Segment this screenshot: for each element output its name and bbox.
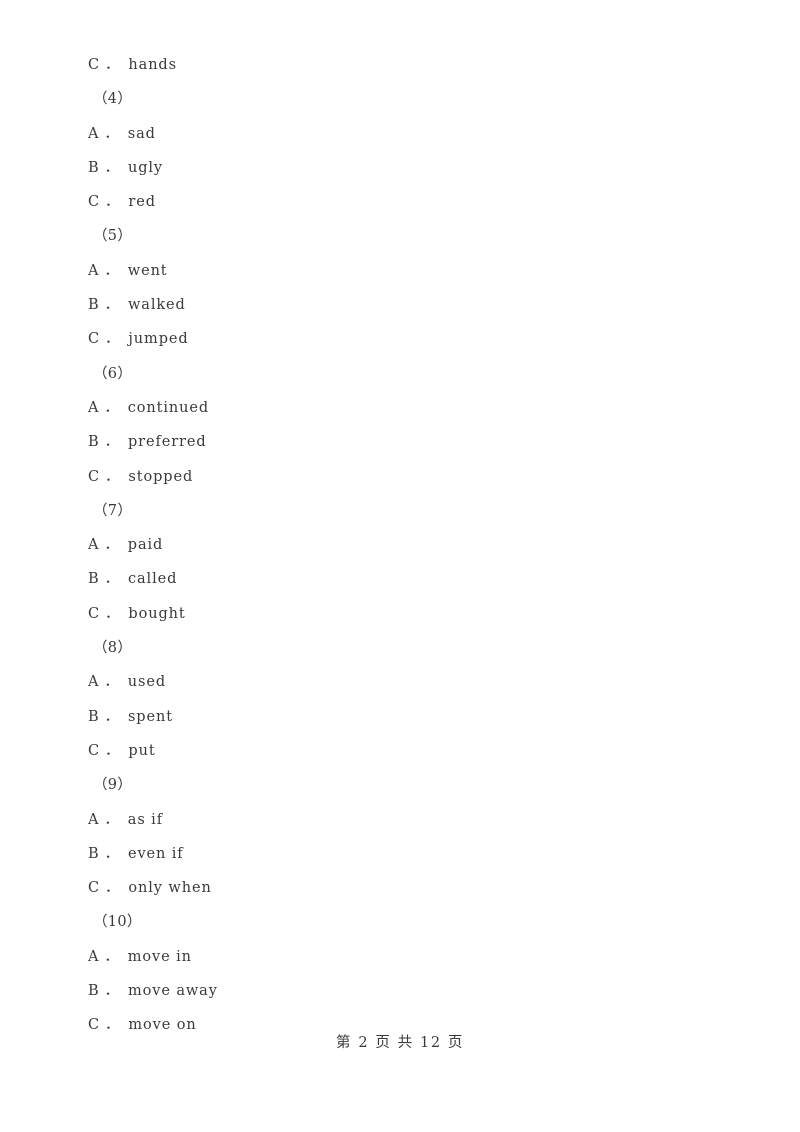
question-number: （8） — [93, 640, 133, 657]
answer-option[interactable]: C ． put — [88, 734, 688, 768]
answer-option[interactable]: A ． sad — [88, 117, 688, 151]
answer-option[interactable]: C ． bought — [88, 597, 688, 631]
option-letter: A — [88, 674, 100, 691]
question-number: （6） — [93, 365, 133, 382]
option-text: preferred — [127, 434, 207, 451]
option-separator: ． — [105, 468, 121, 485]
option-text: jumped — [128, 331, 189, 348]
option-text: spent — [127, 708, 173, 725]
page-footer: 第 2 页 共 12 页 — [336, 1035, 464, 1051]
option-text: called — [127, 571, 178, 588]
answer-option[interactable]: C ． red — [88, 185, 688, 219]
option-separator: ． — [104, 845, 120, 862]
option-separator: ． — [104, 948, 120, 965]
option-separator: ． — [104, 571, 120, 588]
option-letter: B — [88, 571, 100, 588]
answer-option[interactable]: B ． ugly — [88, 151, 688, 185]
option-text: walked — [127, 297, 186, 314]
option-text: move away — [127, 983, 218, 1000]
answer-option[interactable]: C ． hands — [88, 48, 688, 82]
answer-option[interactable]: B ． walked — [88, 288, 688, 322]
document-page: C ． hands （4） A ． sad B ． ugly C ． red （5） A ． went B ． wal… — [0, 0, 800, 1132]
answer-option[interactable]: A ． as if — [88, 803, 688, 837]
option-text: move in — [127, 948, 192, 965]
option-letter: B — [88, 297, 100, 314]
option-letter: A — [88, 811, 100, 828]
option-text: red — [128, 194, 156, 211]
option-letter: C — [88, 742, 100, 759]
option-text: as if — [127, 811, 163, 828]
option-letter: C — [88, 468, 100, 485]
answer-option[interactable]: A ． paid — [88, 528, 688, 562]
option-separator: ． — [104, 262, 120, 279]
option-separator: ． — [104, 674, 120, 691]
question-number: （7） — [93, 502, 133, 519]
answer-option[interactable]: A ． went — [88, 254, 688, 288]
option-separator: ． — [104, 537, 120, 554]
option-letter: C — [88, 57, 100, 73]
option-separator: ． — [105, 57, 121, 73]
option-separator: ． — [104, 708, 120, 725]
option-text: continued — [127, 399, 210, 416]
answer-option[interactable]: B ． preferred — [88, 425, 688, 459]
answer-option[interactable]: A ． used — [88, 665, 688, 699]
option-letter: C — [88, 605, 100, 622]
option-separator: ． — [105, 880, 121, 897]
option-separator: ． — [104, 983, 120, 1000]
answer-option[interactable]: B ． even if — [88, 837, 688, 871]
option-text: only when — [128, 880, 212, 897]
answer-option[interactable]: C ． stopped — [88, 460, 688, 494]
option-text: put — [128, 742, 156, 759]
option-text: bought — [128, 605, 186, 622]
option-letter: C — [88, 880, 100, 897]
question-number: （5） — [93, 228, 133, 245]
option-text: paid — [127, 537, 164, 554]
option-letter: B — [88, 845, 100, 862]
option-letter: A — [88, 125, 100, 142]
option-letter: A — [88, 399, 100, 416]
option-text: even if — [127, 845, 184, 862]
question-number: （4） — [93, 91, 133, 108]
question-number: （10） — [93, 914, 142, 931]
option-separator: ． — [104, 159, 120, 176]
option-separator: ． — [105, 742, 121, 759]
option-separator: ． — [104, 297, 120, 314]
option-text: used — [127, 674, 167, 691]
question-list: C ． hands （4） A ． sad B ． ugly C ． red （5） A ． went B ． wal… — [88, 48, 688, 1043]
option-letter: B — [88, 159, 100, 176]
option-separator: ． — [104, 811, 120, 828]
option-letter: C — [88, 331, 100, 348]
option-separator: ． — [104, 399, 120, 416]
option-letter: B — [88, 983, 100, 1000]
answer-option[interactable]: C ． jumped — [88, 322, 688, 356]
option-separator: ． — [105, 605, 121, 622]
option-letter: A — [88, 537, 100, 554]
option-separator: ． — [105, 331, 121, 348]
option-letter: B — [88, 708, 100, 725]
answer-option[interactable]: A ． continued — [88, 391, 688, 425]
option-separator: ． — [104, 125, 120, 142]
option-letter: A — [88, 948, 100, 965]
answer-option[interactable]: B ． called — [88, 562, 688, 596]
answer-option[interactable]: B ． move away — [88, 974, 688, 1008]
option-text: sad — [127, 125, 156, 142]
option-letter: B — [88, 434, 100, 451]
option-text: hands — [128, 57, 177, 73]
option-separator: ． — [105, 194, 121, 211]
option-letter: C — [88, 194, 100, 211]
option-separator: ． — [104, 434, 120, 451]
option-text: ugly — [127, 159, 164, 176]
question-number: （9） — [93, 777, 133, 794]
option-text: went — [127, 262, 168, 279]
answer-option[interactable]: C ． only when — [88, 871, 688, 905]
answer-option[interactable]: A ． move in — [88, 940, 688, 974]
option-text: stopped — [128, 468, 194, 485]
option-letter: A — [88, 262, 100, 279]
answer-option[interactable]: B ． spent — [88, 700, 688, 734]
